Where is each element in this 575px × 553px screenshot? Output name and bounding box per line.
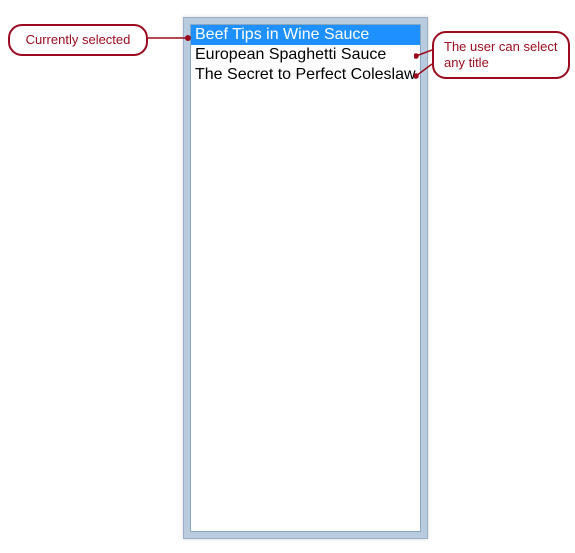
callout-currently-selected: Currently selected	[8, 24, 148, 56]
connector-line	[414, 44, 438, 84]
listbox-frame: Beef Tips in Wine SauceEuropean Spaghett…	[183, 17, 428, 539]
callout-text: Currently selected	[26, 32, 131, 47]
list-item[interactable]: European Spaghetti Sauce	[191, 45, 420, 65]
listbox[interactable]: Beef Tips in Wine SauceEuropean Spaghett…	[190, 24, 421, 532]
callout-text: The user can select any title	[444, 39, 557, 70]
connector-line	[148, 34, 192, 42]
diagram-canvas: Beef Tips in Wine SauceEuropean Spaghett…	[0, 0, 575, 553]
list-item[interactable]: The Secret to Perfect Coleslaw	[191, 65, 420, 85]
list-item[interactable]: Beef Tips in Wine Sauce	[191, 25, 420, 45]
callout-select-any: The user can select any title	[432, 31, 570, 79]
